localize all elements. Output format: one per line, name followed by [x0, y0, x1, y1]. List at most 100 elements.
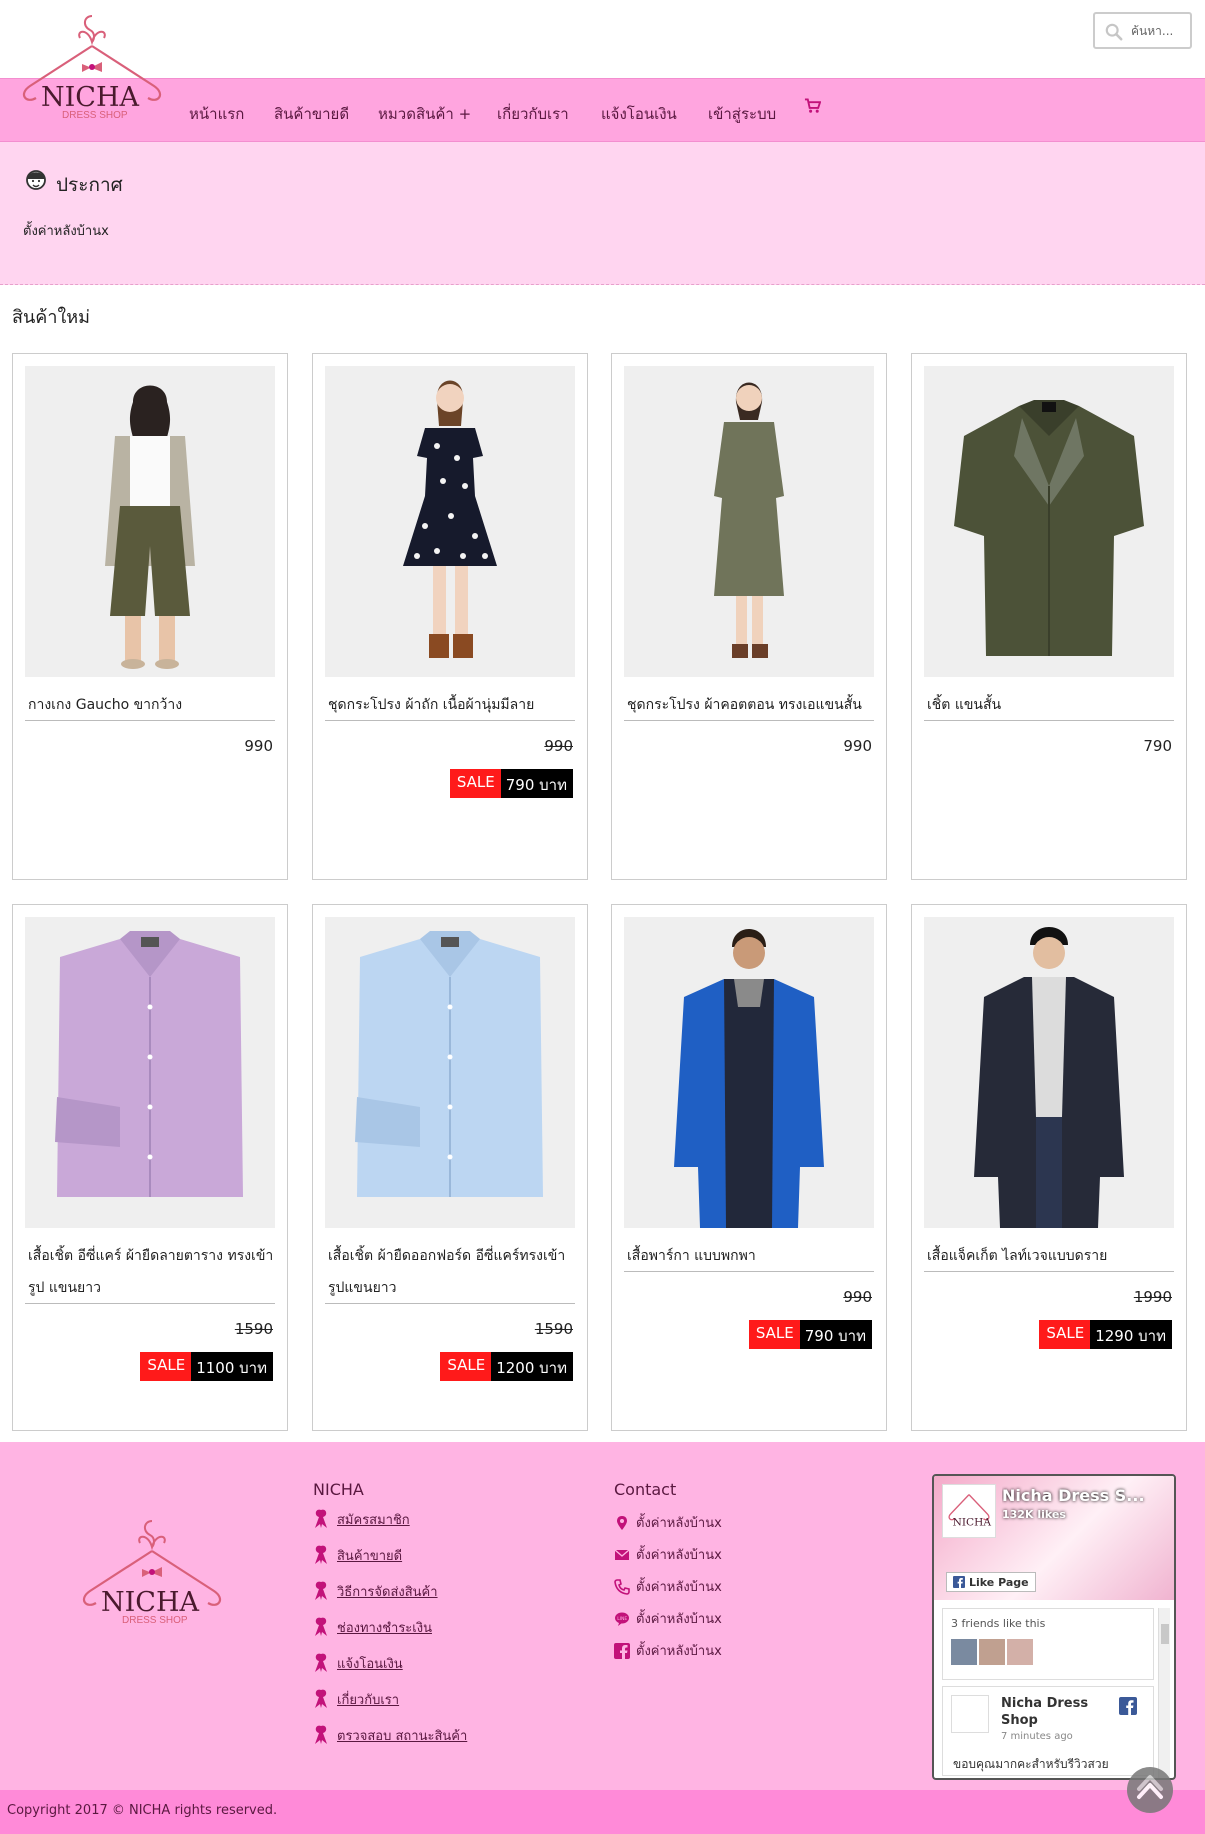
- product-name[interactable]: ชุดกระโปรง ผ้าถัก เนื้อผ้านุ่มมีลาย: [328, 689, 578, 721]
- sale-label: SALE: [748, 1320, 800, 1349]
- facebook-icon: [953, 1576, 965, 1588]
- friend-avatar[interactable]: [979, 1639, 1005, 1665]
- footer-logo[interactable]: NICHA DRESS SHOP: [72, 1517, 232, 1637]
- sale-label: SALE: [440, 1352, 492, 1381]
- parka-photo: [624, 917, 874, 1228]
- product-image[interactable]: [624, 366, 874, 677]
- facebook-page-name[interactable]: Nicha Dress S...: [1002, 1486, 1167, 1505]
- post-text: ขอบคุณมากคะสำหรับรีวิวสวย: [953, 1757, 1109, 1771]
- sale-badge: SALE 1200 บาท: [440, 1352, 573, 1381]
- product-name[interactable]: เสื้อพาร์กา แบบพกพา: [627, 1240, 877, 1272]
- announcement-title: ประกาศ: [56, 174, 123, 196]
- product-original-price: 1990: [1133, 1288, 1172, 1306]
- product-name[interactable]: กางเกง Gaucho ขากว้าง: [28, 689, 278, 721]
- divider: [924, 720, 1174, 721]
- facebook-icon: [1119, 1697, 1137, 1715]
- product-card[interactable]: เสื้อพาร์กา แบบพกพา 990 SALE 790 บาท: [611, 904, 887, 1431]
- sale-price: 1200 บาท: [491, 1352, 573, 1381]
- site-logo[interactable]: NICHA DRESS SHOP: [10, 12, 175, 134]
- copyright-text: Copyright 2017 © NICHA rights reserved.: [7, 1803, 278, 1818]
- friend-avatar[interactable]: [1007, 1639, 1033, 1665]
- friend-avatar[interactable]: [951, 1639, 977, 1665]
- sale-price: 790 บาท: [799, 1320, 872, 1349]
- product-name[interactable]: เสื้อแจ็คเก็ต ไลท์เวจแบบดราย: [927, 1240, 1177, 1272]
- nav-categories[interactable]: หมวดสินค้า +: [378, 102, 471, 126]
- search-box[interactable]: [1093, 12, 1192, 49]
- phone-icon: [614, 1578, 630, 1595]
- footer-link-register[interactable]: สมัครสมาชิก: [313, 1508, 410, 1530]
- divider: [25, 1303, 275, 1304]
- divider: [325, 720, 575, 721]
- dotted-dress-photo: [325, 366, 575, 677]
- sale-price: 790 บาท: [500, 769, 573, 798]
- oxford-shirt-photo: [325, 917, 575, 1228]
- post-author-name[interactable]: Nicha Dress Shop: [1001, 1695, 1111, 1729]
- product-name[interactable]: เสื้อเชิ้ต อีซี่แคร์ ผ้ายืดลายตาราง ทรงเ…: [28, 1240, 278, 1304]
- product-image[interactable]: [325, 366, 575, 677]
- footer-link-about[interactable]: เกี่ยวกับเรา: [313, 1688, 399, 1710]
- post-timestamp[interactable]: 7 minutes ago: [1001, 1731, 1073, 1742]
- facebook-post[interactable]: Nicha Dress Shop 7 minutes ago ขอบคุณมาก…: [942, 1686, 1154, 1776]
- ribbon-icon: [315, 1545, 327, 1564]
- sale-label: SALE: [449, 769, 501, 798]
- product-card[interactable]: ชุดกระโปรง ผ้าคอตตอน ทรงเอแขนสั้น 990: [611, 353, 887, 880]
- scroll-to-top-button[interactable]: [1127, 1767, 1173, 1813]
- nav-payment-notify[interactable]: แจ้งโอนเงิน: [601, 102, 677, 126]
- product-card[interactable]: ชุดกระโปรง ผ้าถัก เนื้อผ้านุ่มมีลาย 990 …: [312, 353, 588, 880]
- svg-text:NICHA: NICHA: [953, 1516, 992, 1528]
- footer-col-title: NICHA: [313, 1480, 364, 1499]
- product-image[interactable]: [924, 917, 1174, 1228]
- product-image[interactable]: [25, 366, 275, 677]
- sale-price: 1100 บาท: [191, 1352, 273, 1381]
- product-card[interactable]: กางเกง Gaucho ขากว้าง 990: [12, 353, 288, 880]
- product-image[interactable]: [325, 917, 575, 1228]
- new-products-heading: สินค้าใหม่: [12, 307, 90, 328]
- nav-about[interactable]: เกี่ยวกับเรา: [497, 102, 569, 126]
- short-sleeve-shirt-photo: [924, 366, 1174, 677]
- product-card[interactable]: เชิ้ต แขนสั้น 790: [911, 353, 1187, 880]
- product-card[interactable]: เสื้อแจ็คเก็ต ไลท์เวจแบบดราย 1990 SALE 1…: [911, 904, 1187, 1431]
- facebook-page-widget[interactable]: NICHA Nicha Dress S... 132K likes Like P…: [932, 1474, 1176, 1780]
- product-original-price: 1590: [234, 1320, 273, 1338]
- chevron-up-icon: [1137, 1775, 1163, 1799]
- footer-link-order-status[interactable]: ตรวจสอบ สถานะสินค้า: [313, 1724, 467, 1746]
- ribbon-icon: [315, 1509, 327, 1528]
- product-image[interactable]: [25, 917, 275, 1228]
- facebook-widget-scrollbar[interactable]: [1158, 1608, 1170, 1778]
- search-icon[interactable]: [1105, 23, 1123, 41]
- cart-icon[interactable]: [804, 98, 821, 114]
- sale-badge: SALE 1100 บาท: [140, 1352, 273, 1381]
- footer-link-payment-methods[interactable]: ช่องทางชำระเงิน: [313, 1616, 432, 1638]
- main-nav: หน้าแรก สินค้าขายดี หมวดสินค้า + เกี่ยวก…: [0, 78, 1205, 142]
- facebook-like-page-button[interactable]: Like Page: [946, 1572, 1036, 1592]
- nav-login[interactable]: เข้าสู่ระบบ: [708, 102, 776, 126]
- product-image[interactable]: [924, 366, 1174, 677]
- facebook-page-avatar[interactable]: NICHA: [942, 1484, 996, 1538]
- copyright-bar: Copyright 2017 © NICHA rights reserved.: [0, 1790, 1205, 1834]
- product-name[interactable]: ชุดกระโปรง ผ้าคอตตอน ทรงเอแขนสั้น: [627, 689, 877, 721]
- product-card[interactable]: เสื้อเชิ้ต อีซี่แคร์ ผ้ายืดลายตาราง ทรงเ…: [12, 904, 288, 1431]
- sale-label: SALE: [1039, 1320, 1091, 1349]
- footer-link-payment-notify[interactable]: แจ้งโอนเงิน: [313, 1652, 403, 1674]
- post-author-avatar[interactable]: [951, 1695, 989, 1733]
- hanger-logo-icon: NICHA DRESS SHOP: [82, 1520, 222, 1626]
- line-icon: LINE: [615, 1612, 629, 1626]
- nav-bestsellers[interactable]: สินค้าขายดี: [274, 102, 349, 126]
- facebook-icon: [614, 1642, 630, 1659]
- product-name[interactable]: เสื้อเชิ้ต ผ้ายืดออกฟอร์ด อีซี่แคร์ทรงเข…: [328, 1240, 578, 1304]
- product-name[interactable]: เชิ้ต แขนสั้น: [927, 689, 1177, 721]
- svg-text:NICHA: NICHA: [41, 82, 139, 113]
- footer-link-shipping[interactable]: วิธีการจัดส่งสินค้า: [313, 1580, 438, 1602]
- search-input[interactable]: [1131, 20, 1187, 42]
- sale-label: SALE: [140, 1352, 192, 1381]
- product-card[interactable]: เสื้อเชิ้ต ผ้ายืดออกฟอร์ด อีซี่แคร์ทรงเข…: [312, 904, 588, 1431]
- svg-text:LINE: LINE: [617, 1616, 627, 1622]
- nav-home[interactable]: หน้าแรก: [189, 102, 244, 126]
- product-image[interactable]: [624, 917, 874, 1228]
- sale-price: 1290 บาท: [1090, 1320, 1172, 1349]
- hanger-logo-icon: NICHA DRESS SHOP: [22, 15, 162, 121]
- ribbon-icon: [315, 1689, 327, 1708]
- product-original-price: 990: [843, 1288, 872, 1306]
- footer-link-bestsellers[interactable]: สินค้าขายดี: [313, 1544, 402, 1566]
- envelope-icon: [614, 1548, 630, 1560]
